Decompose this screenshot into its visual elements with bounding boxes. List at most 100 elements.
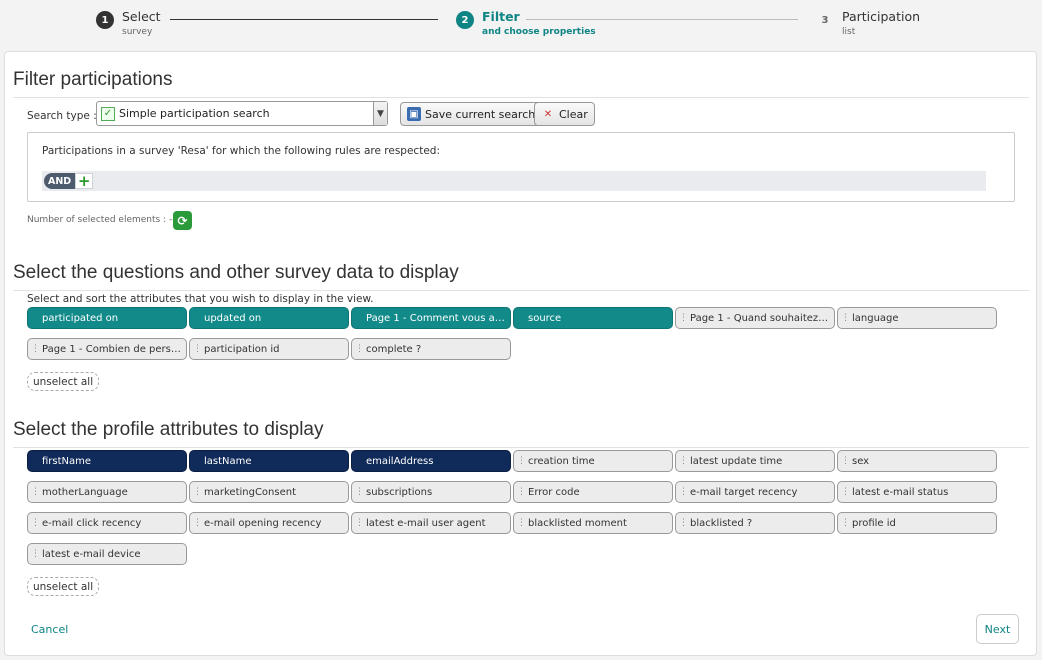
attribute-chip[interactable]: ⋮ latest e-mail status bbox=[837, 481, 997, 503]
attribute-chip[interactable]: ⋮ latest e-mail user agent bbox=[351, 512, 511, 534]
attribute-chip[interactable]: ⋮ e-mail opening recency bbox=[189, 512, 349, 534]
drag-handle-icon[interactable]: ⋮ bbox=[193, 313, 202, 323]
drag-handle-icon[interactable]: ⋮ bbox=[31, 549, 40, 559]
attribute-chip[interactable]: ⋮ creation time bbox=[513, 450, 673, 472]
rules-bar: AND + bbox=[42, 171, 986, 191]
drag-handle-icon[interactable]: ⋮ bbox=[517, 487, 526, 497]
chip-label: creation time bbox=[528, 455, 595, 467]
drag-handle-icon[interactable]: ⋮ bbox=[193, 487, 202, 497]
drag-handle-icon[interactable]: ⋮ bbox=[679, 487, 688, 497]
unselect-all-questions-button[interactable]: unselect all bbox=[27, 372, 100, 391]
drag-handle-icon[interactable]: ⋮ bbox=[31, 487, 40, 497]
step-sublabel: and choose properties bbox=[482, 26, 596, 37]
step-label: Participation bbox=[842, 9, 921, 24]
chip-label: sex bbox=[852, 455, 870, 467]
step-filter: 2 Filter and choose properties bbox=[456, 10, 596, 37]
step-number: 1 bbox=[96, 11, 114, 29]
drag-handle-icon[interactable]: ⋮ bbox=[841, 487, 850, 497]
chevron-down-icon[interactable]: ▼ bbox=[373, 102, 387, 125]
add-rule-icon[interactable]: + bbox=[75, 173, 94, 189]
chip-label: lastName bbox=[204, 455, 252, 467]
attribute-chip[interactable]: ⋮ firstName bbox=[27, 450, 187, 472]
attribute-chip[interactable]: ⋮ complete ? bbox=[351, 338, 511, 360]
drag-handle-icon[interactable]: ⋮ bbox=[31, 518, 40, 528]
chip-label: e-mail target recency bbox=[690, 486, 798, 498]
attribute-chip[interactable]: ⋮Page 1 - Combien de personnes ? bbox=[27, 338, 187, 360]
step-connector bbox=[170, 19, 438, 20]
drag-handle-icon[interactable]: ⋮ bbox=[355, 518, 364, 528]
chip-label: updated on bbox=[204, 312, 262, 324]
attribute-chip[interactable]: ⋮ source bbox=[513, 307, 673, 329]
attribute-chip[interactable]: ⋮ latest update time bbox=[675, 450, 835, 472]
chip-label: firstName bbox=[42, 455, 92, 467]
rules-box: Participations in a survey 'Resa' for wh… bbox=[27, 132, 1015, 202]
drag-handle-icon[interactable]: ⋮ bbox=[517, 518, 526, 528]
chip-label: participation id bbox=[204, 343, 280, 355]
section-divider bbox=[13, 290, 1029, 291]
search-type-select[interactable]: ✓ Simple participation search ▼ bbox=[96, 101, 388, 126]
next-button[interactable]: Next bbox=[976, 614, 1019, 644]
attribute-chip[interactable]: ⋮ emailAddress bbox=[351, 450, 511, 472]
chip-label: language bbox=[852, 312, 899, 324]
attribute-chip[interactable]: ⋮ e-mail target recency bbox=[675, 481, 835, 503]
attribute-chip[interactable]: ⋮ language bbox=[837, 307, 997, 329]
profile-section-title: Select the profile attributes to display bbox=[13, 419, 324, 440]
step-number: 3 bbox=[816, 11, 834, 29]
drag-handle-icon[interactable]: ⋮ bbox=[31, 313, 40, 323]
chip-label: e-mail opening recency bbox=[204, 517, 322, 529]
clear-button[interactable]: ✕ Clear bbox=[534, 102, 595, 126]
and-operator-badge[interactable]: AND bbox=[44, 173, 76, 189]
attribute-chip[interactable]: ⋮ subscriptions bbox=[351, 481, 511, 503]
attribute-chip[interactable]: ⋮ updated on bbox=[189, 307, 349, 329]
attribute-chip[interactable]: ⋮ blacklisted moment bbox=[513, 512, 673, 534]
cancel-link[interactable]: Cancel bbox=[31, 623, 68, 636]
drag-handle-icon[interactable]: ⋮ bbox=[193, 456, 202, 466]
attribute-chip[interactable]: ⋮ participated on bbox=[27, 307, 187, 329]
attribute-chip[interactable]: ⋮ sex bbox=[837, 450, 997, 472]
drag-handle-icon[interactable]: ⋮ bbox=[355, 344, 364, 354]
drag-handle-icon[interactable]: ⋮ bbox=[517, 456, 526, 466]
step-sublabel: list bbox=[842, 26, 856, 37]
chip-label: participated on bbox=[42, 312, 119, 324]
chip-label: Page 1 - Combien de personnes ? bbox=[42, 343, 186, 355]
drag-handle-icon[interactable]: ⋮ bbox=[517, 313, 526, 323]
drag-handle-icon[interactable]: ⋮ bbox=[679, 313, 688, 323]
refresh-icon[interactable]: ⟳ bbox=[173, 211, 192, 230]
clear-button-label: Clear bbox=[559, 107, 588, 121]
drag-handle-icon[interactable]: ⋮ bbox=[31, 344, 40, 354]
chip-label: Error code bbox=[528, 486, 580, 498]
attribute-chip[interactable]: ⋮Page 1 - Quand souhaitez-vous réserver … bbox=[675, 307, 835, 329]
attribute-chip[interactable]: ⋮ profile id bbox=[837, 512, 997, 534]
chip-label: latest e-mail device bbox=[42, 548, 141, 560]
search-type-value: Simple participation search bbox=[119, 107, 270, 120]
checklist-icon: ✓ bbox=[101, 106, 115, 121]
attribute-chip[interactable]: ⋮ motherLanguage bbox=[27, 481, 187, 503]
attribute-chip[interactable]: ⋮ lastName bbox=[189, 450, 349, 472]
drag-handle-icon[interactable]: ⋮ bbox=[31, 456, 40, 466]
drag-handle-icon[interactable]: ⋮ bbox=[841, 518, 850, 528]
drag-handle-icon[interactable]: ⋮ bbox=[193, 518, 202, 528]
drag-handle-icon[interactable]: ⋮ bbox=[193, 344, 202, 354]
drag-handle-icon[interactable]: ⋮ bbox=[841, 456, 850, 466]
chip-label: profile id bbox=[852, 517, 896, 529]
attribute-chip[interactable]: ⋮ marketingConsent bbox=[189, 481, 349, 503]
attribute-chip[interactable]: ⋮Page 1 - Comment vous appelez-vous ? bbox=[351, 307, 511, 329]
drag-handle-icon[interactable]: ⋮ bbox=[679, 456, 688, 466]
save-current-search-button[interactable]: ▣ Save current search bbox=[400, 102, 543, 126]
drag-handle-icon[interactable]: ⋮ bbox=[355, 487, 364, 497]
drag-handle-icon[interactable]: ⋮ bbox=[679, 518, 688, 528]
drag-handle-icon[interactable]: ⋮ bbox=[841, 313, 850, 323]
unselect-all-profile-button[interactable]: unselect all bbox=[27, 577, 100, 596]
chip-label: blacklisted ? bbox=[690, 517, 753, 529]
attribute-chip[interactable]: ⋮ blacklisted ? bbox=[675, 512, 835, 534]
attribute-chip[interactable]: ⋮ e-mail click recency bbox=[27, 512, 187, 534]
drag-handle-icon[interactable]: ⋮ bbox=[355, 456, 364, 466]
attribute-chip[interactable]: ⋮ latest e-mail device bbox=[27, 543, 187, 565]
drag-handle-icon[interactable]: ⋮ bbox=[355, 313, 364, 323]
save-button-label: Save current search bbox=[425, 107, 536, 121]
attribute-chip[interactable]: ⋮ Error code bbox=[513, 481, 673, 503]
attribute-chip[interactable]: ⋮ participation id bbox=[189, 338, 349, 360]
chip-label: complete ? bbox=[366, 343, 422, 355]
selected-count: Number of selected elements : --- bbox=[27, 215, 179, 225]
chip-label: source bbox=[528, 312, 562, 324]
